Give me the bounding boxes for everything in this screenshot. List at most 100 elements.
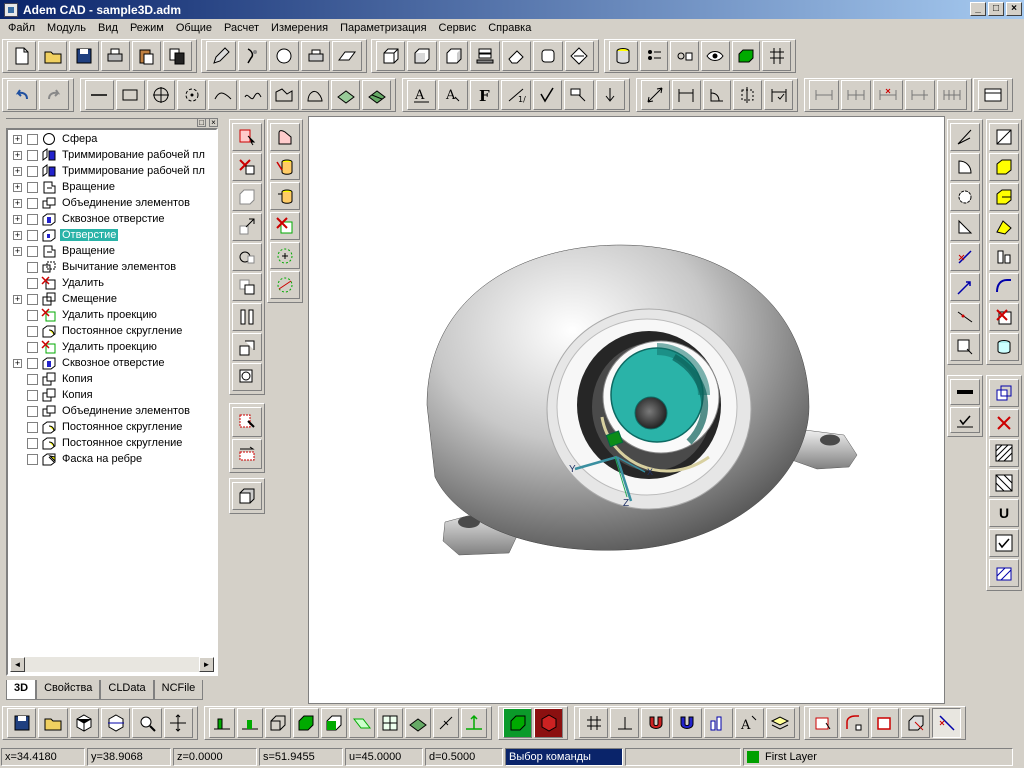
delete-solid-icon[interactable]	[232, 153, 262, 181]
render-plane-icon[interactable]	[237, 708, 263, 738]
circle-offset-icon[interactable]	[270, 271, 300, 300]
tree-item-checkbox[interactable]	[27, 421, 38, 433]
tree-item[interactable]: Удалить проекцию	[8, 339, 216, 355]
menu-calc[interactable]: Расчет	[218, 22, 265, 34]
tree-item-checkbox[interactable]	[27, 181, 38, 193]
union-u-icon[interactable]: U	[989, 499, 1019, 527]
grid-plane-icon[interactable]	[377, 708, 403, 738]
tree-expand-toggle[interactable]: +	[13, 150, 22, 160]
profile-solid-icon[interactable]	[989, 243, 1019, 271]
hatch-check-icon[interactable]	[989, 529, 1019, 557]
light-source-icon[interactable]	[433, 708, 459, 738]
rotate-solid-icon[interactable]	[232, 243, 262, 271]
circle-center-icon[interactable]	[146, 80, 176, 110]
menu-file[interactable]: Файл	[2, 22, 41, 34]
printer-view-icon[interactable]	[300, 41, 331, 71]
spline-icon[interactable]	[300, 80, 330, 110]
wire-box-icon[interactable]	[265, 708, 291, 738]
edit-round-icon[interactable]	[839, 708, 869, 738]
pencil-icon[interactable]	[206, 41, 236, 71]
fraction-icon[interactable]: 1/2	[501, 80, 531, 110]
edit-solid-icon[interactable]	[901, 708, 931, 738]
tree-item[interactable]: + Вращение	[8, 179, 216, 195]
menu-param[interactable]: Параметризация	[334, 22, 432, 34]
delete-face-icon[interactable]	[270, 212, 300, 240]
polyline-icon[interactable]	[269, 80, 299, 110]
line-weight-icon[interactable]	[950, 379, 980, 405]
tree-item-checkbox[interactable]	[27, 341, 38, 353]
box-side-icon[interactable]	[438, 41, 469, 71]
rect-icon[interactable]	[115, 80, 145, 110]
tree-item[interactable]: + Сквозное отверстие	[8, 211, 216, 227]
close-button[interactable]: ×	[1006, 2, 1022, 16]
paste-icon[interactable]	[131, 41, 161, 71]
tree-item-checkbox[interactable]	[27, 149, 38, 161]
tree-item[interactable]: Объединение элементов	[8, 403, 216, 419]
minimize-button[interactable]: _	[970, 2, 986, 16]
text-icon[interactable]: A	[407, 80, 437, 110]
hatch-blue-icon[interactable]	[989, 559, 1019, 587]
render-base-icon[interactable]	[209, 708, 235, 738]
new-file-icon[interactable]	[7, 41, 37, 71]
tree-item-checkbox[interactable]	[27, 293, 38, 305]
delete-red-box-icon[interactable]	[989, 303, 1019, 331]
hatch-icon[interactable]	[331, 80, 361, 110]
angle-dim-icon[interactable]	[702, 80, 732, 110]
copy-icon[interactable]	[162, 41, 193, 71]
select-solid-icon[interactable]	[232, 123, 262, 151]
fill-icon[interactable]	[362, 80, 391, 110]
tree-item[interactable]: Удалить проекцию	[8, 307, 216, 323]
tree-item-checkbox[interactable]	[27, 453, 38, 465]
chart-bars-icon[interactable]	[703, 708, 733, 738]
box-outline-icon[interactable]	[232, 183, 262, 211]
tree-item-checkbox[interactable]	[27, 325, 38, 337]
tree-expand-toggle[interactable]: +	[13, 294, 22, 304]
tree-item-checkbox[interactable]	[27, 277, 38, 289]
tree-hscrollbar[interactable]: ◄ ►	[10, 657, 214, 672]
text-style-icon[interactable]: A	[734, 708, 764, 738]
maximize-button[interactable]: □	[988, 2, 1004, 16]
tree-item[interactable]: + Вращение	[8, 243, 216, 259]
tree-expand-toggle[interactable]: +	[13, 214, 22, 224]
frame-dim-icon[interactable]	[764, 80, 793, 110]
tree-item-checkbox[interactable]	[27, 245, 38, 257]
eye-icon[interactable]	[701, 41, 730, 71]
layer-list-icon[interactable]	[639, 41, 669, 71]
menu-measure[interactable]: Измерения	[265, 22, 334, 34]
circle-target-icon[interactable]	[270, 241, 300, 270]
box-icon[interactable]	[376, 41, 406, 71]
tree-item[interactable]: Постоянное скругление	[8, 419, 216, 435]
tree-item[interactable]: Постоянное скругление	[8, 435, 216, 451]
mirror-solid-icon[interactable]	[232, 303, 262, 331]
housing-part[interactable]	[426, 244, 858, 556]
dim-text-icon[interactable]: A	[438, 80, 468, 110]
split-surface-icon[interactable]	[950, 303, 980, 331]
tree-item-checkbox[interactable]	[27, 197, 38, 209]
hatch-cross-icon[interactable]	[989, 469, 1019, 497]
extend-surface-icon[interactable]	[950, 273, 980, 301]
status-layer[interactable]: First Layer	[743, 747, 1013, 766]
select-face-icon[interactable]	[232, 407, 262, 437]
cut-cylinder-icon[interactable]	[270, 152, 300, 181]
copy-frame-icon[interactable]	[989, 379, 1019, 407]
sphere-icon[interactable]	[269, 41, 299, 71]
tree-item[interactable]: Фаска на ребре	[8, 451, 216, 467]
chain-dim-1-icon[interactable]	[809, 80, 839, 110]
yellow-cube-cut-icon[interactable]	[989, 183, 1019, 211]
yellow-cube-icon[interactable]	[989, 153, 1019, 181]
select-edge-icon[interactable]	[232, 439, 262, 469]
stack-icon[interactable]	[470, 41, 500, 71]
tree-expand-toggle[interactable]: +	[13, 358, 22, 368]
box-front-icon[interactable]	[407, 41, 437, 71]
menu-help[interactable]: Справка	[482, 22, 537, 34]
tab-cldata[interactable]: CLData	[100, 680, 154, 700]
shaded-green-box-icon[interactable]	[293, 708, 319, 738]
grid-snap-icon[interactable]	[762, 41, 792, 71]
plane-green-icon[interactable]	[349, 708, 375, 738]
tree-item[interactable]: + Сфера	[8, 131, 216, 147]
sweep-solid-icon[interactable]	[989, 273, 1019, 301]
view-cube-icon[interactable]	[69, 708, 99, 738]
menu-mode[interactable]: Режим	[124, 22, 170, 34]
chain-dim-5-icon[interactable]	[937, 80, 967, 110]
tree-item[interactable]: Удалить	[8, 275, 216, 291]
